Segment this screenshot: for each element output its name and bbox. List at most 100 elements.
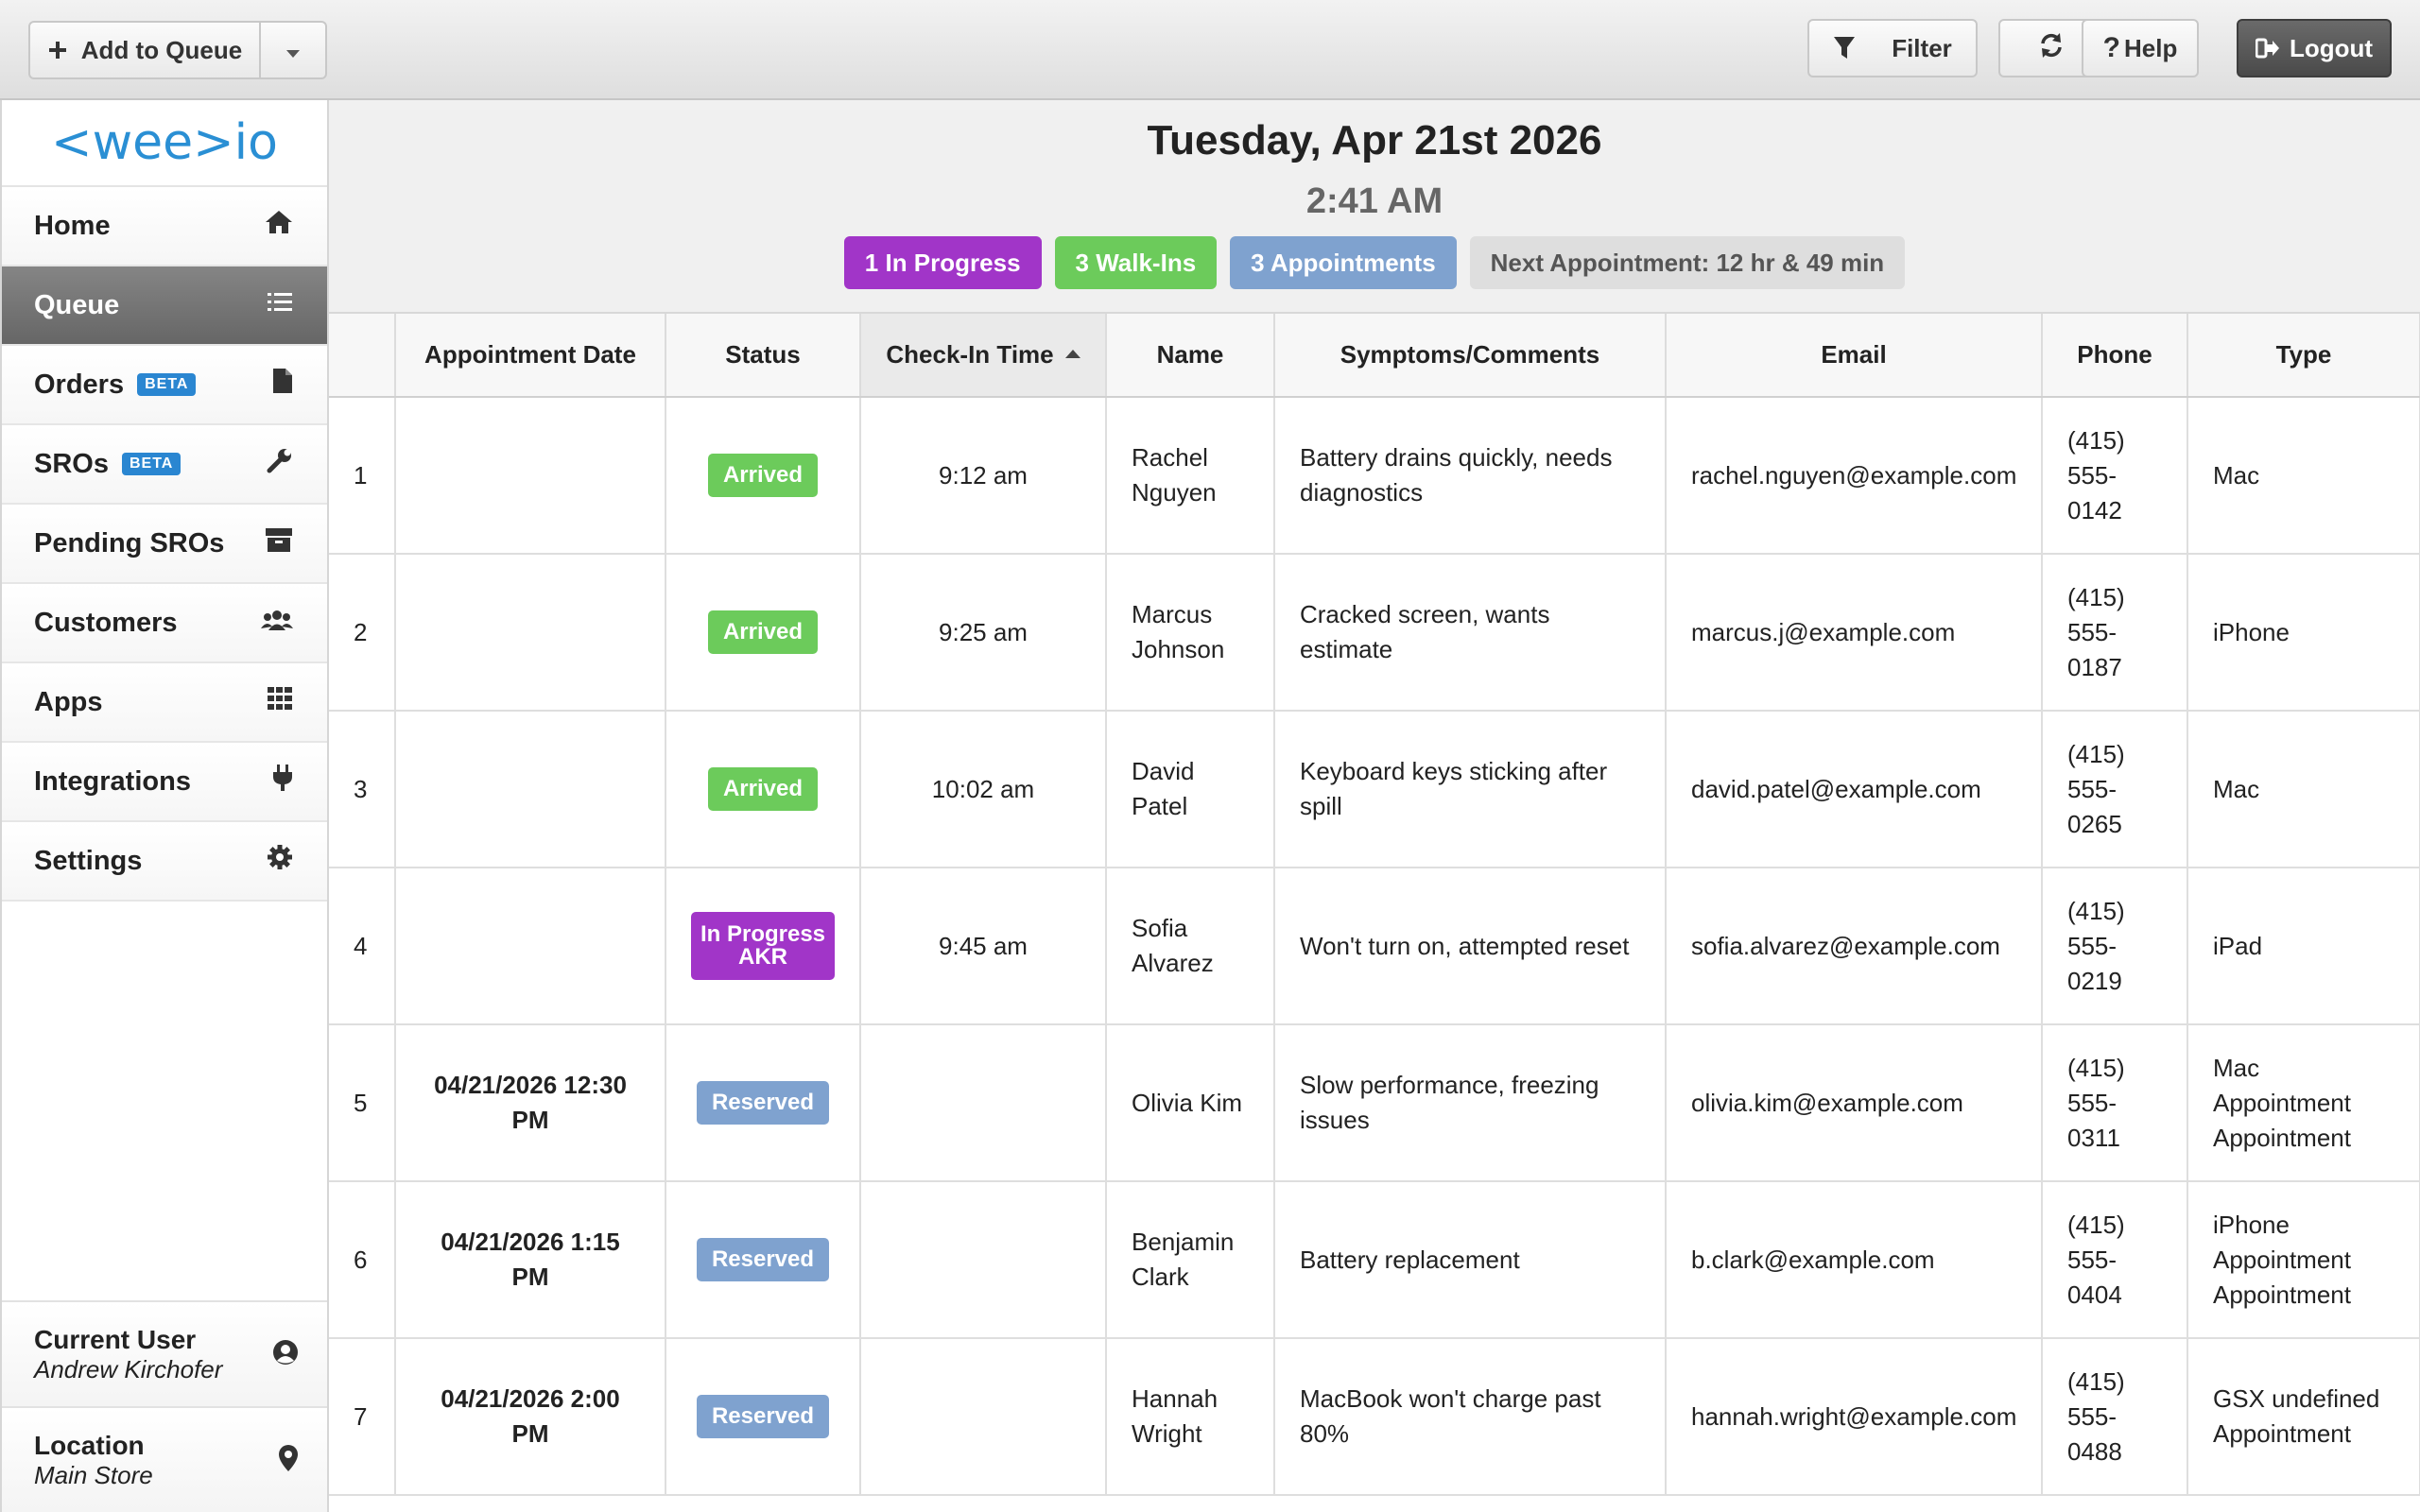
status-cell: Arrived [666,711,861,868]
customer-phone: (415) 555-0488 [2042,1338,2188,1496]
row-number: 5 [329,1024,396,1182]
customer-name: Olivia Kim [1106,1024,1275,1182]
device-type: Mac [2187,711,2420,868]
status-badge[interactable]: In Progress AKR [691,912,835,980]
status-cell: Reserved [666,1338,861,1496]
question-icon: ? [2102,32,2120,63]
column-header-phone[interactable]: Phone [2042,314,2188,398]
sidebar-item-settings[interactable]: Settings [2,822,327,902]
customer-name: Marcus Johnson [1106,554,1275,712]
column-header-number[interactable] [329,314,396,398]
column-header-type[interactable]: Type [2187,314,2420,398]
walk-ins-badge[interactable]: 3 Walk-Ins [1054,236,1218,289]
refresh-icon [2037,31,2066,66]
sidebar-item-orders[interactable]: Orders BETA [2,346,327,425]
check-in-time [860,1338,1107,1496]
status-cell: Reserved [666,1181,861,1339]
file-icon [272,368,293,402]
column-header-name[interactable]: Name [1106,314,1275,398]
main-content: Tuesday, Apr 21st 2026 2:41 AM 1 In Prog… [329,100,2420,1512]
status-badge[interactable]: Arrived [707,610,819,654]
add-to-queue-dropdown[interactable] [261,21,327,79]
sidebar-item-apps[interactable]: Apps [2,663,327,743]
row-number: 6 [329,1181,396,1339]
appointments-badge[interactable]: 3 Appointments [1230,236,1457,289]
sidebar-item-label: Customers [34,607,178,638]
symptoms-comments: Keyboard keys sticking after spill [1274,711,1667,868]
appointment-date: 04/21/2026 1:15 PM [395,1181,666,1339]
sidebar-item-integrations[interactable]: Integrations [2,743,327,822]
status-badge[interactable]: Reserved [696,1395,830,1438]
customer-email: sofia.alvarez@example.com [1666,868,2043,1025]
customer-phone: (415) 555-0311 [2042,1024,2188,1182]
status-badge[interactable]: Arrived [707,454,819,497]
filter-button[interactable]: Filter [1807,19,1978,77]
logout-button[interactable]: Logout [2237,19,2392,77]
table-row[interactable]: 7 04/21/2026 2:00 PM Reserved Hannah Wright… [329,1338,2420,1496]
column-header-label: Check-In Time [886,340,1054,369]
user-circle-icon [272,1339,299,1370]
table-row[interactable]: 6 04/21/2026 1:15 PM Reserved Benjamin Clar… [329,1181,2420,1339]
weeio-logo[interactable]: <wee>io [2,100,327,187]
sidebar-item-sros[interactable]: SROs BETA [2,425,327,505]
symptoms-comments: MacBook won't charge past 80% [1274,1338,1667,1496]
status-cell: Reserved [666,1024,861,1182]
grid-icon [267,686,293,718]
plus-icon [47,40,68,60]
column-header-symptoms[interactable]: Symptoms/Comments [1274,314,1667,398]
column-header-status[interactable]: Status [666,314,861,398]
row-number: 2 [329,554,396,712]
sidebar-item-label: Pending SROs [34,527,225,558]
sidebar-item-label: Integrations [34,765,191,797]
table-row[interactable]: 5 04/21/2026 12:30 PM Reserved Olivia Kim Sl… [329,1024,2420,1182]
table-row[interactable]: 1 Arrived 9:12 am Rachel Nguyen Battery drai… [329,397,2420,555]
help-button[interactable]: ? Help [2082,19,2199,77]
sidebar-item-label: Apps [34,686,103,717]
sidebar-item-queue[interactable]: Queue [2,266,327,346]
sidebar-item-pending-sros[interactable]: Pending SROs [2,505,327,584]
status-cell: Arrived [666,554,861,712]
appointment-date: 04/21/2026 12:30 PM [395,1024,666,1182]
in-progress-badge[interactable]: 1 In Progress [843,236,1042,289]
customer-email: b.clark@example.com [1666,1181,2043,1339]
customer-email: hannah.wright@example.com [1666,1338,2043,1496]
add-to-queue-button[interactable]: Add to Queue [28,21,261,79]
sidebar-footer: Current User Andrew Kirchofer Location M… [2,1300,327,1512]
table-row[interactable]: 3 Arrived 10:02 am David Patel Keyboard keys… [329,711,2420,868]
symptoms-comments: Slow performance, freezing issues [1274,1024,1667,1182]
filter-icon [1833,36,1856,60]
customer-name: Hannah Wright [1106,1338,1275,1496]
status-badge[interactable]: Reserved [696,1081,830,1125]
check-in-time: 9:45 am [860,868,1107,1025]
current-user-name: Andrew Kirchofer [34,1354,223,1383]
plug-icon [272,764,293,799]
customer-email: marcus.j@example.com [1666,554,2043,712]
svg-text:<wee>io: <wee>io [51,117,278,168]
appointment-date [395,711,666,868]
column-header-appointment-date[interactable]: Appointment Date [395,314,666,398]
users-icon [261,608,293,639]
current-user[interactable]: Current User Andrew Kirchofer [2,1300,327,1406]
symptoms-comments: Battery drains quickly, needs diagnostic… [1274,397,1667,555]
location[interactable]: Location Main Store [2,1406,327,1512]
location-name: Main Store [34,1460,153,1489]
check-in-time [860,1181,1107,1339]
column-header-check-in-time[interactable]: Check-In Time [860,314,1107,398]
column-header-email[interactable]: Email [1666,314,2043,398]
beta-badge: BETA [121,453,182,475]
location-label: Location [34,1430,145,1460]
beta-badge: BETA [137,373,197,396]
sidebar-item-home[interactable]: Home [2,187,327,266]
sidebar-item-label: Home [34,210,111,241]
sidebar-item-customers[interactable]: Customers [2,584,327,663]
customer-phone: (415) 555-0142 [2042,397,2188,555]
customer-email: rachel.nguyen@example.com [1666,397,2043,555]
queue-summary-badges: 1 In Progress 3 Walk-Ins 3 Appointments … [329,236,2420,289]
status-badge[interactable]: Arrived [707,767,819,811]
table-row[interactable]: 2 Arrived 9:25 am Marcus Johnson Cracked scr… [329,554,2420,712]
customer-phone: (415) 555-0187 [2042,554,2188,712]
status-badge[interactable]: Reserved [696,1238,830,1281]
table-row[interactable]: 4 In Progress AKR 9:45 am Sofia Alvarez Won'… [329,868,2420,1025]
device-type: GSX undefined Appointment [2187,1338,2420,1496]
symptoms-comments: Cracked screen, wants estimate [1274,554,1667,712]
